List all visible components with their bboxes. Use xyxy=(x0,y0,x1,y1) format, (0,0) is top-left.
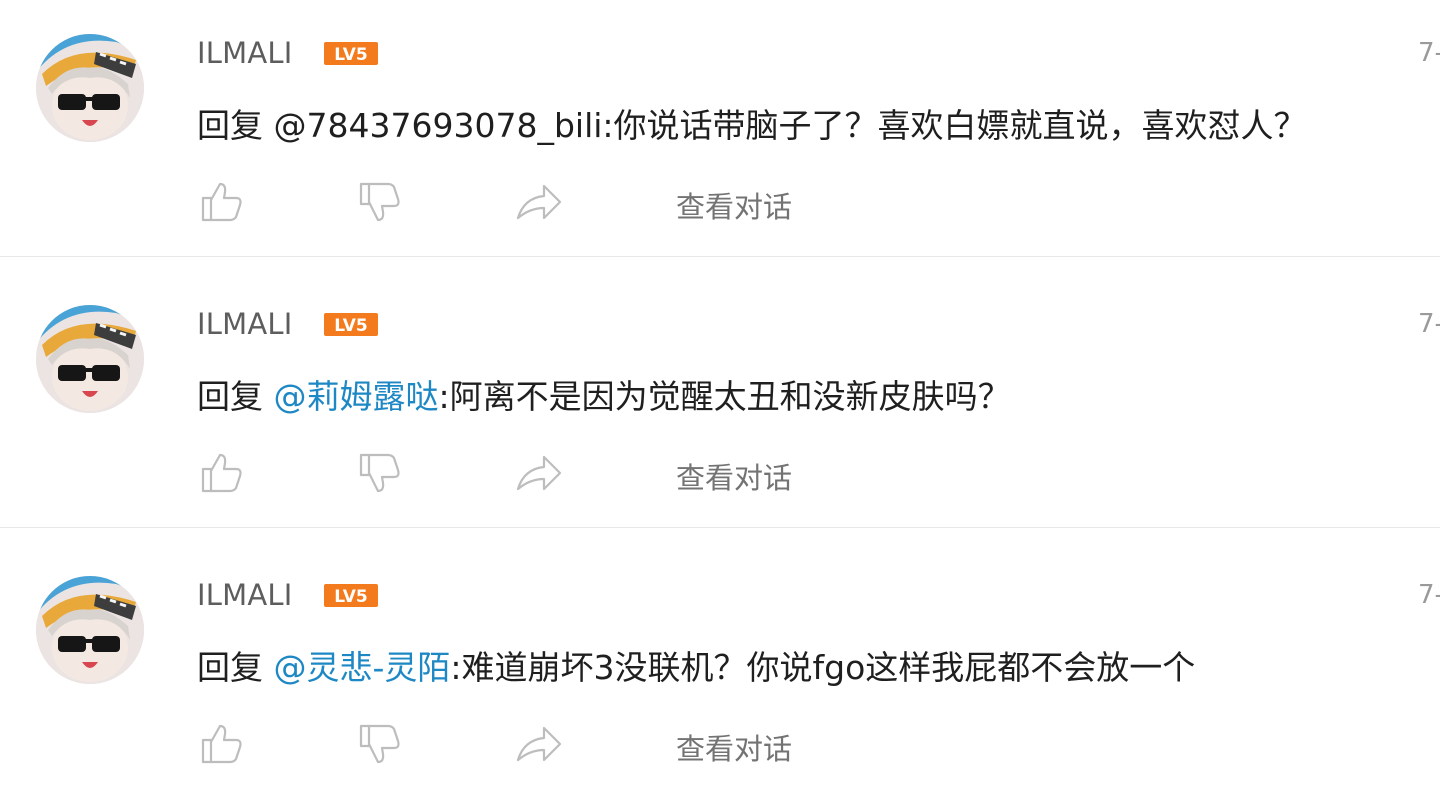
comment-text: 回复 @莉姆露哒:阿离不是因为觉醒太丑和没新皮肤吗？ xyxy=(197,370,1011,418)
timestamp: 7- xyxy=(1418,38,1440,68)
share-arrow-icon[interactable] xyxy=(514,720,562,768)
thumbs-down-icon[interactable] xyxy=(356,449,404,497)
thumbs-up-icon[interactable] xyxy=(198,178,246,226)
thumbs-up-icon[interactable] xyxy=(198,449,246,497)
level-label: LV5 xyxy=(334,45,367,65)
comment-text: 回复 @78437693078_bili:你说话带脑子了？喜欢白嫖就直说，喜欢怼… xyxy=(197,99,1307,147)
view-conversation-link[interactable]: 查看对话 xyxy=(676,726,792,768)
reply-body: :你说话带脑子了？喜欢白嫖就直说，喜欢怼人？ xyxy=(602,106,1307,145)
level-badge-icon: LV5 xyxy=(324,42,378,65)
comment-item: ILMALI LV5 7- 回复 @灵悲-灵陌:难道崩坏3没联机？你说fgo这样… xyxy=(0,542,1440,812)
comment-item: ILMALI LV5 7- 回复 @78437693078_bili:你说话带脑… xyxy=(0,0,1440,270)
reply-body: :难道崩坏3没联机？你说fgo这样我屁都不会放一个 xyxy=(450,648,1196,687)
reply-prefix: 回复 xyxy=(197,377,263,416)
thumbs-down-icon[interactable] xyxy=(356,720,404,768)
username[interactable]: ILMALI xyxy=(197,307,292,341)
comment-text: 回复 @灵悲-灵陌:难道崩坏3没联机？你说fgo这样我屁都不会放一个 xyxy=(197,641,1195,689)
view-conversation-link[interactable]: 查看对话 xyxy=(676,455,792,497)
reply-body: :阿离不是因为觉醒太丑和没新皮肤吗？ xyxy=(438,377,1011,416)
divider xyxy=(0,527,1440,528)
avatar[interactable] xyxy=(36,576,144,684)
reply-prefix: 回复 xyxy=(197,648,263,687)
timestamp: 7- xyxy=(1418,580,1440,610)
avatar[interactable] xyxy=(36,305,144,413)
divider xyxy=(0,256,1440,257)
share-arrow-icon[interactable] xyxy=(514,178,562,226)
username[interactable]: ILMALI xyxy=(197,36,292,70)
mention-link[interactable]: @78437693078_bili xyxy=(274,106,603,145)
username[interactable]: ILMALI xyxy=(197,578,292,612)
view-conversation-link[interactable]: 查看对话 xyxy=(676,184,792,226)
thumbs-down-icon[interactable] xyxy=(356,178,404,226)
timestamp: 7- xyxy=(1418,309,1440,339)
avatar[interactable] xyxy=(36,34,144,142)
mention-link[interactable]: @灵悲-灵陌 xyxy=(274,648,451,687)
reply-prefix: 回复 xyxy=(197,106,263,145)
level-badge-icon: LV5 xyxy=(324,584,378,607)
level-label: LV5 xyxy=(334,316,367,336)
thumbs-up-icon[interactable] xyxy=(198,720,246,768)
level-badge-icon: LV5 xyxy=(324,313,378,336)
comment-item: ILMALI LV5 7- 回复 @莉姆露哒:阿离不是因为觉醒太丑和没新皮肤吗？… xyxy=(0,271,1440,541)
share-arrow-icon[interactable] xyxy=(514,449,562,497)
level-label: LV5 xyxy=(334,587,367,607)
mention-link[interactable]: @莉姆露哒 xyxy=(274,377,439,416)
